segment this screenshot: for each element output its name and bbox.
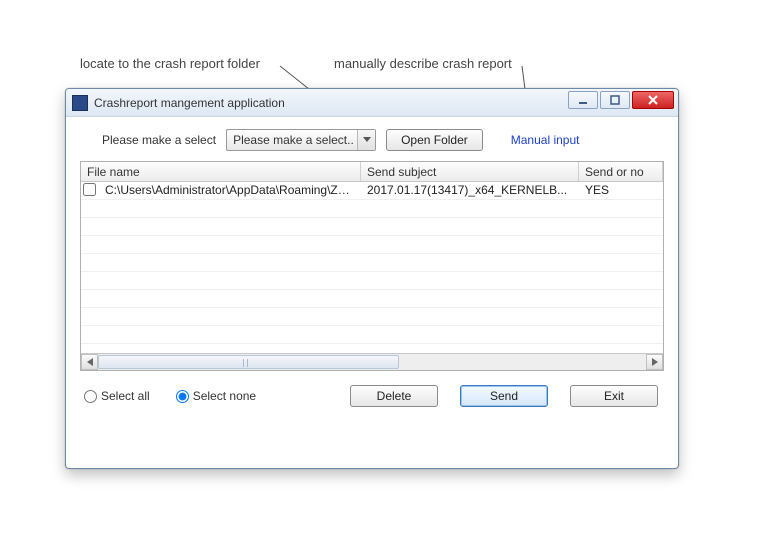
- scroll-track[interactable]: [98, 354, 646, 370]
- annotation-locate: locate to the crash report folder: [80, 56, 260, 71]
- app-icon: [72, 95, 88, 111]
- chevron-down-icon: [357, 130, 375, 150]
- select-label: Please make a select: [102, 133, 216, 147]
- bottom-row: Select all Select none Delete Send Exit: [80, 385, 664, 407]
- minimize-button[interactable]: [568, 91, 598, 109]
- report-type-select[interactable]: Please make a select..: [226, 129, 376, 151]
- annotation-manual: manually describe crash report: [334, 56, 512, 71]
- empty-row: [81, 290, 663, 308]
- maximize-icon: [609, 94, 621, 106]
- send-button[interactable]: Send: [460, 385, 548, 407]
- select-value: Please make a select..: [233, 133, 354, 147]
- window-title: Crashreport mangement application: [94, 96, 285, 110]
- manual-input-link[interactable]: Manual input: [511, 133, 580, 147]
- select-all-radio[interactable]: Select all: [84, 389, 150, 403]
- cell-filename: C:\Users\Administrator\AppData\Roaming\Z…: [99, 182, 361, 199]
- scroll-thumb[interactable]: [98, 355, 399, 369]
- empty-row: [81, 236, 663, 254]
- close-icon: [647, 94, 659, 106]
- list-row[interactable]: C:\Users\Administrator\AppData\Roaming\Z…: [81, 182, 663, 200]
- empty-row: [81, 218, 663, 236]
- open-folder-button[interactable]: Open Folder: [386, 129, 483, 151]
- empty-row: [81, 272, 663, 290]
- col-header-sendorno[interactable]: Send or no: [579, 162, 663, 181]
- close-button[interactable]: [632, 91, 674, 109]
- scroll-left-button[interactable]: [81, 354, 98, 370]
- empty-row: [81, 326, 663, 344]
- select-all-radio-input[interactable]: [84, 390, 97, 403]
- exit-button[interactable]: Exit: [570, 385, 658, 407]
- empty-row: [81, 308, 663, 326]
- scroll-right-button[interactable]: [646, 354, 663, 370]
- maximize-button[interactable]: [600, 91, 630, 109]
- minimize-icon: [577, 94, 589, 106]
- list-body[interactable]: C:\Users\Administrator\AppData\Roaming\Z…: [81, 182, 663, 353]
- grip-icon: [243, 359, 248, 367]
- select-none-label: Select none: [193, 389, 256, 403]
- app-window: Crashreport mangement application: [65, 88, 679, 469]
- delete-button[interactable]: Delete: [350, 385, 438, 407]
- report-list: File name Send subject Send or no C:\Use…: [80, 161, 664, 371]
- client-area: Please make a select Please make a selec…: [66, 117, 678, 417]
- empty-row: [81, 254, 663, 272]
- titlebar[interactable]: Crashreport mangement application: [66, 89, 678, 117]
- select-none-radio[interactable]: Select none: [176, 389, 256, 403]
- chevron-left-icon: [87, 358, 93, 366]
- top-row: Please make a select Please make a selec…: [80, 129, 664, 151]
- col-header-filename[interactable]: File name: [81, 162, 361, 181]
- bottom-buttons: Delete Send Exit: [350, 385, 664, 407]
- cell-subject: 2017.01.17(13417)_x64_KERNELB...: [361, 182, 579, 199]
- col-header-subject[interactable]: Send subject: [361, 162, 579, 181]
- select-none-radio-input[interactable]: [176, 390, 189, 403]
- window-buttons: [568, 91, 674, 109]
- cell-sendorno: YES: [579, 182, 663, 199]
- empty-row: [81, 200, 663, 218]
- list-header: File name Send subject Send or no: [81, 162, 663, 182]
- chevron-right-icon: [652, 358, 658, 366]
- horizontal-scrollbar[interactable]: [81, 353, 663, 370]
- row-checkbox[interactable]: [83, 183, 96, 196]
- select-all-label: Select all: [101, 389, 150, 403]
